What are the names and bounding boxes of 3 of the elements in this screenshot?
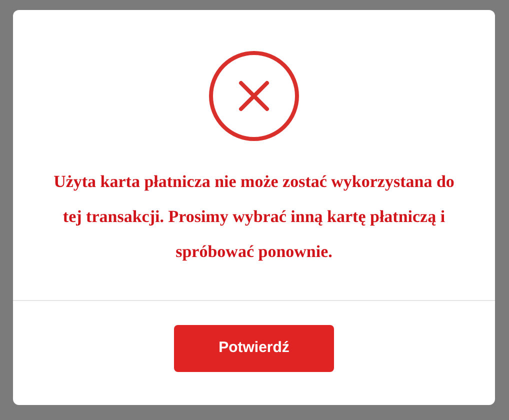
error-icon bbox=[208, 50, 300, 142]
confirm-button[interactable]: Potwierdź bbox=[174, 325, 334, 372]
error-message: Użyta karta płatnicza nie może zostać wykorzystana do tej transakcji. Prosimy wybrać inną kartę płatniczą i spróbować ponownie. bbox=[52, 171, 456, 263]
